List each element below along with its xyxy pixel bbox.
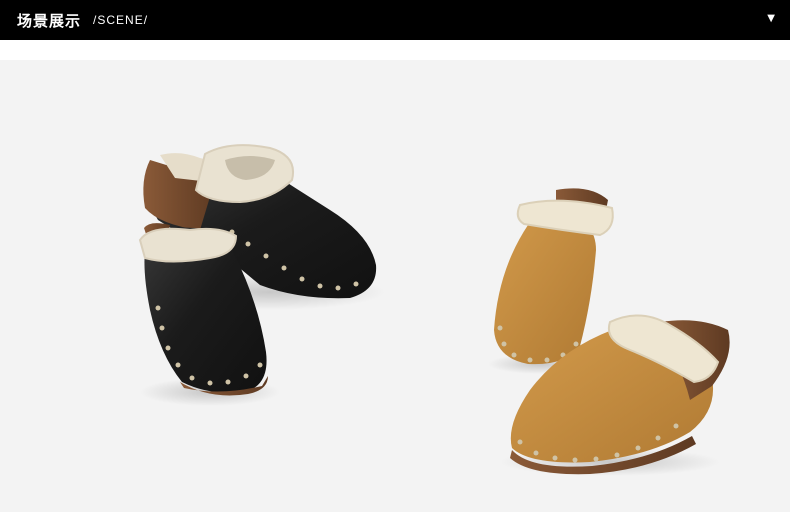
- product-scene-illustration: [138, 144, 730, 476]
- chevron-down-icon[interactable]: ▼: [767, 13, 775, 24]
- section-subtitle: /SCENE/: [93, 13, 149, 27]
- scene-image: [0, 60, 790, 512]
- section-header: 场景展示 /SCENE/ ▼: [0, 0, 790, 40]
- section-title: 场景展示: [17, 11, 82, 30]
